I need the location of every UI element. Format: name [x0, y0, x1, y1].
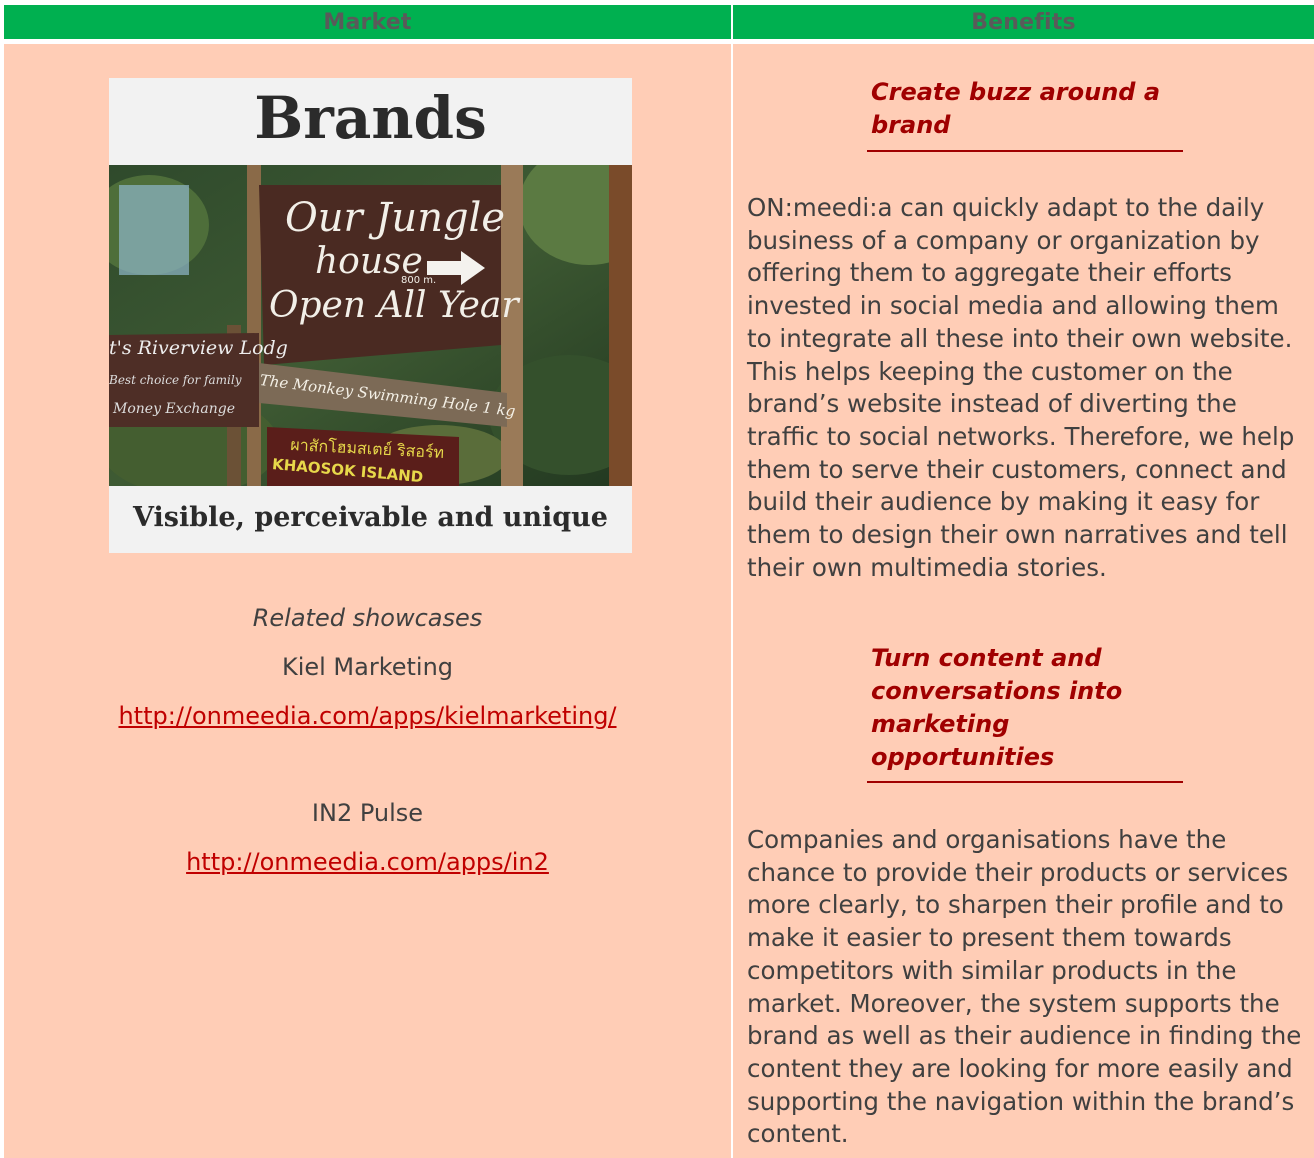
arrow-right-icon — [427, 251, 485, 285]
showcase-link-container: http://onmeedia.com/apps/kielmarketing/ — [4, 702, 731, 730]
benefit-paragraph: Companies and organisations have the cha… — [747, 825, 1302, 1149]
sign-left-line3: Money Exchange — [113, 401, 236, 417]
benefit-heading: Create buzz around a brand — [871, 78, 1161, 139]
showcase-link[interactable]: http://onmeedia.com/apps/in2 — [186, 848, 549, 876]
showcase-name: IN2 Pulse — [311, 799, 424, 827]
related-showcases-label: Related showcases — [252, 604, 483, 632]
sign-left-line2: Best choice for family — [109, 373, 242, 387]
benefits-cell: Create buzz around a brand ON:meedi:a ca… — [733, 44, 1314, 1158]
benefit-paragraph: ON:meedi:a can quickly adapt to the dail… — [747, 193, 1295, 582]
market-benefits-table: Market Benefits Brands Our Jungle house … — [4, 5, 1314, 1158]
heading-underline — [867, 781, 1183, 783]
showcase-name: Kiel Marketing — [281, 653, 454, 681]
heading-underline — [867, 150, 1183, 152]
market-cell: Brands Our Jungle house Open All Year 80… — [4, 44, 731, 1158]
brand-card-caption: Visible, perceivable and unique — [133, 502, 608, 533]
header-market: Market — [4, 5, 731, 39]
brand-card-title: Brands — [254, 84, 487, 152]
showcase-link[interactable]: http://onmeedia.com/apps/kielmarketing/ — [118, 702, 616, 730]
benefit-heading: Turn content and conversations into mark… — [871, 644, 1123, 771]
sign-main-line3: Open All Year — [269, 285, 519, 326]
showcase-link-container: http://onmeedia.com/apps/in2 — [4, 848, 731, 876]
sign-left-line1: t's Riverview Lodg — [109, 337, 288, 359]
header-benefits: Benefits — [733, 5, 1314, 39]
sign-main-line1: Our Jungle — [285, 195, 506, 241]
brands-card: Brands Our Jungle house Open All Year 80… — [109, 78, 632, 553]
jungle-signs-photo: Our Jungle house Open All Year 800 m. t'… — [109, 165, 632, 486]
